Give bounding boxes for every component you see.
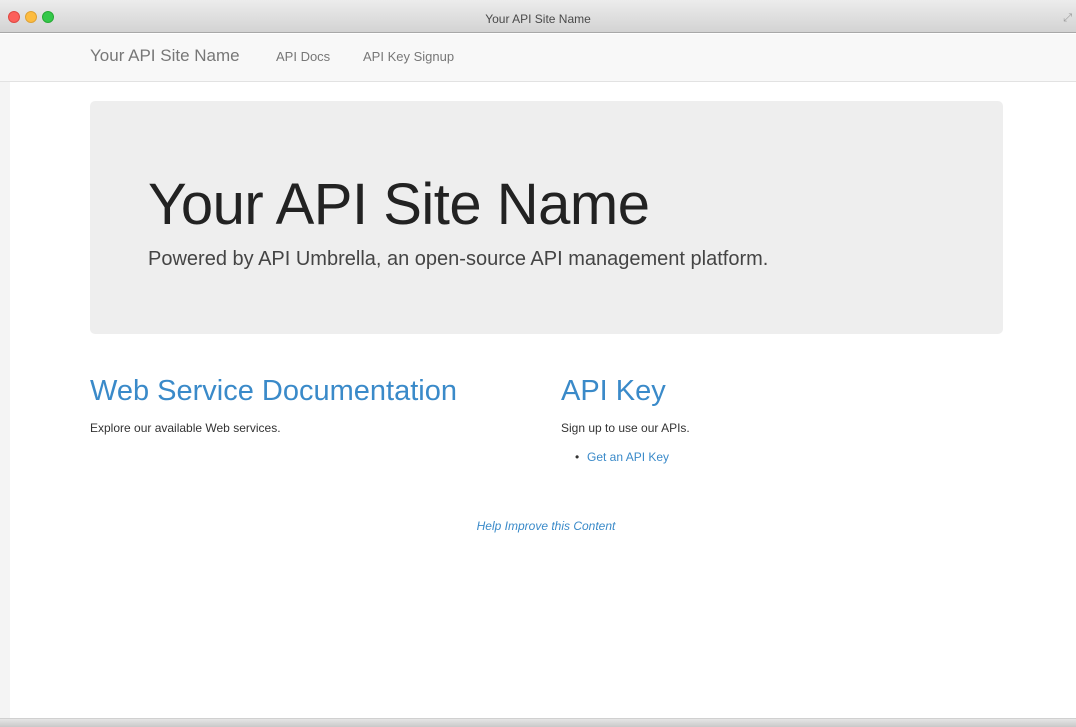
- window-left-edge: [0, 34, 10, 718]
- bullet-icon: •: [575, 450, 580, 464]
- nav-link-api-docs[interactable]: API Docs: [276, 49, 330, 65]
- nav-link-api-key-signup[interactable]: API Key Signup: [363, 49, 454, 65]
- docs-column: Web Service Documentation Explore our av…: [90, 372, 530, 436]
- site-navbar: Your API Site Name API Docs API Key Sign…: [0, 34, 1076, 82]
- window-bottom-edge: [0, 718, 1076, 727]
- browser-window: Your API Site Name ⤢ Your API Site Name …: [0, 0, 1076, 727]
- api-key-heading: API Key: [561, 375, 666, 407]
- window-title: Your API Site Name: [485, 12, 591, 26]
- list-item: • Get an API Key: [575, 449, 1001, 465]
- site-brand-link[interactable]: Your API Site Name: [90, 46, 240, 66]
- window-titlebar[interactable]: Your API Site Name ⤢: [0, 0, 1076, 33]
- fullscreen-icon[interactable]: ⤢: [1063, 13, 1072, 24]
- api-key-description: Sign up to use our APIs.: [561, 421, 690, 435]
- docs-description: Explore our available Web services.: [90, 421, 281, 435]
- hero-title: Your API Site Name: [148, 172, 650, 237]
- hero-subtitle: Powered by API Umbrella, an open-source …: [148, 248, 769, 270]
- docs-heading: Web Service Documentation: [90, 375, 457, 407]
- api-key-list: • Get an API Key: [561, 449, 1001, 465]
- get-api-key-link[interactable]: Get an API Key: [587, 450, 669, 464]
- api-key-column: API Key Sign up to use our APIs. • Get a…: [561, 372, 1001, 465]
- help-improve-content-link[interactable]: Help Improve this Content: [0, 518, 1076, 534]
- hero-jumbotron: Your API Site Name Powered by API Umbrel…: [90, 101, 1003, 334]
